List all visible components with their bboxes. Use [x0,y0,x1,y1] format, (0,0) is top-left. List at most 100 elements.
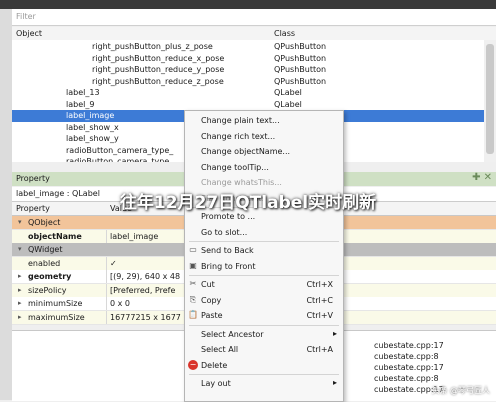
object-class: QPushButton [274,65,327,74]
menu-separator [189,374,339,375]
context-menu-item[interactable]: Change rich text... [185,129,343,144]
property-value[interactable]: [(9, 29), 640 x 48 [110,272,180,281]
object-name: label_image [66,111,115,120]
menu-item-shortcut: Ctrl+A [306,345,333,354]
property-value[interactable]: [Preferred, Prefe [110,286,175,295]
object-name: label_show_y [66,134,119,143]
column-divider [106,270,107,283]
context-menu-item[interactable]: Change toolTip... [185,160,343,175]
object-tree-row[interactable]: right_pushButton_reduce_x_pose QPushButto… [12,53,496,65]
context-menu-item[interactable]: Select All Ctrl+A [185,342,343,357]
context-menu-item[interactable]: Change plain text... [185,113,343,128]
object-tree-row[interactable]: right_pushButton_reduce_y_pose QPushButto… [12,64,496,76]
output-file-ref[interactable]: cubestate.cpp:8 [374,374,439,385]
menu-item-label: Change toolTip... [201,162,269,172]
menu-item-label: Cut [201,280,215,289]
menu-item-label: Go to slot... [201,227,248,237]
object-name: label_show_x [66,122,119,132]
property-value[interactable]: 16777215 x 1677 [110,313,181,322]
overlay-headline: 往年12月27日QTlabel实时刷新 [119,193,377,213]
menu-item-label: Change plain text... [201,116,280,125]
object-name: right_pushButton_reduce_x_pose [92,53,225,63]
property-value[interactable]: ✓ [110,259,117,268]
top-window-strip [0,0,496,9]
context-menu-item[interactable]: ▭ Send to Back [185,243,343,258]
cut-icon: ✂ [189,279,197,288]
context-menu-item[interactable]: Change objectName... [185,144,343,159]
object-name: label_9 [66,99,95,109]
column-divider [106,256,107,270]
menu-item-shortcut: Ctrl+V [306,311,333,320]
object-tree-row[interactable]: label_9 QLabel [12,99,496,111]
object-name: label_13 [66,88,100,97]
expand-arrow-icon[interactable]: ▸ [18,286,22,294]
object-name: right_pushButton_reduce_z_pose [92,76,224,86]
menu-item-shortcut: Ctrl+X [306,280,333,289]
column-divider [106,297,107,310]
object-tree-row[interactable]: right_pushButton_plus_z_pose QPushButton [12,41,496,53]
property-value[interactable]: label_image [110,232,158,241]
property-name: objectName [28,231,82,241]
filter-placeholder: Filter [16,12,36,21]
context-menu-item[interactable]: Lay out ▸ [185,376,343,391]
menu-item-label: Bring to Front [201,261,256,271]
column-divider [106,310,107,324]
context-menu-item[interactable]: 📋 Paste Ctrl+V [185,308,343,323]
submenu-arrow-icon: ▸ [332,328,337,338]
menu-item-label: Send to Back [201,246,254,255]
property-editor-title-text: Property [16,174,50,183]
menu-separator [189,275,339,276]
bring-front-icon: ▣ [189,260,197,270]
object-name: right_pushButton_reduce_y_pose [92,65,225,74]
delete-icon: − [188,359,198,370]
output-file-ref[interactable]: cubestate.cpp:17 [374,363,444,374]
copy-icon: ⎘ [189,294,197,304]
context-menu-item[interactable]: Go to slot... [185,225,343,240]
property-name: enabled [28,258,61,268]
menu-item-shortcut: Ctrl+C [306,295,333,305]
context-menu-item[interactable]: − Delete [185,358,343,373]
object-tree-row[interactable]: label_13 QLabel [12,87,496,99]
property-name: minimumSize [28,299,83,308]
context-menu-item[interactable]: ⎘ Copy Ctrl+C [185,293,343,308]
menu-item-label: Copy [201,295,222,305]
expand-arrow-icon[interactable]: ▸ [18,272,22,280]
object-inspector-header: Object Class [12,27,496,41]
property-value[interactable]: 0 x 0 [110,299,130,308]
paste-icon: 📋 [188,310,198,319]
object-name: radioButton_camera_type_ [66,145,174,155]
menu-item-label: Change objectName... [201,147,291,156]
output-file-ref[interactable]: cubestate.cpp:8 [374,352,439,363]
object-tree-row[interactable]: right_pushButton_reduce_z_pose QPushButto… [12,76,496,88]
object-name: right_pushButton_plus_z_pose [92,42,213,51]
context-menu-item[interactable]: ▣ Bring to Front [185,259,343,274]
object-name: radioButton_camera_type_ [66,157,174,162]
submenu-arrow-icon: ▸ [332,378,337,387]
menu-item-label: Paste [201,311,223,320]
column-class[interactable]: Class [274,29,295,38]
column-divider [106,283,107,297]
object-class: QPushButton [274,42,327,51]
dock-float-close-icons[interactable]: ✚ ✕ [472,172,492,183]
context-menu-item[interactable]: Select Ancestor ▸ [185,327,343,342]
expand-arrow-icon[interactable]: ▸ [18,313,22,321]
property-name: QWidget [28,245,63,254]
object-class: QPushButton [274,76,327,86]
property-name: QObject [28,218,61,227]
output-file-ref[interactable]: cubestate.cpp:17 [374,341,444,352]
property-name: maximumSize [28,312,85,322]
expand-arrow-icon[interactable]: ▸ [18,299,22,307]
collapse-arrow-icon[interactable]: ▾ [18,218,22,226]
menu-item-label: Lay out [201,379,231,388]
property-name: sizePolicy [28,285,67,295]
object-filter-input[interactable]: Filter [12,9,496,26]
collapse-arrow-icon[interactable]: ▾ [18,245,22,253]
tree-scrollbar-thumb[interactable] [486,44,494,154]
column-object[interactable]: Object [16,29,42,38]
context-menu-item[interactable]: ✂ Cut Ctrl+X [185,277,343,292]
menu-item-label: Change whatsThis... [201,178,282,187]
menu-item-label: Change rich text... [201,131,276,141]
object-class: QLabel [274,88,302,97]
send-back-icon: ▭ [189,245,197,254]
menu-item-label: Select Ancestor [201,329,264,339]
